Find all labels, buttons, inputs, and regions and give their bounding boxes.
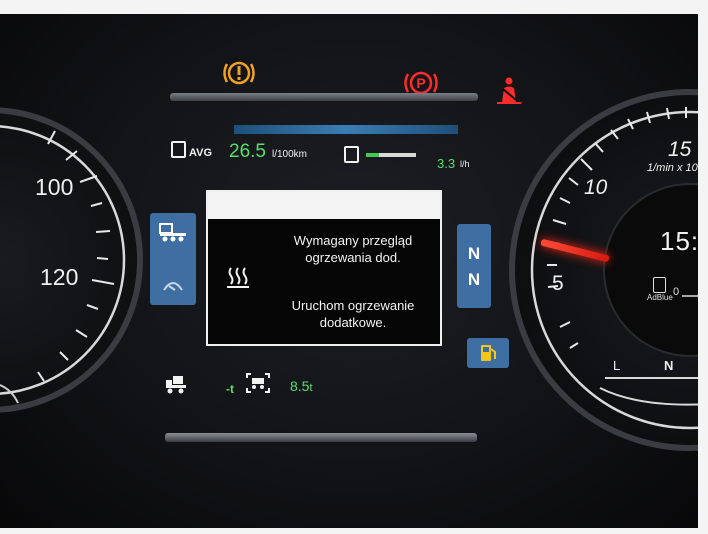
message-line-1: Wymagany przegląd xyxy=(293,233,413,248)
clock: 15: xyxy=(660,226,700,256)
low-fuel-tile xyxy=(467,338,509,368)
truck-mode-tile xyxy=(150,213,196,305)
fuel-pump-small-icon xyxy=(653,277,666,293)
tach-unit-label: 1/min x 100 xyxy=(647,162,704,174)
display-header-bar xyxy=(208,192,440,219)
bottom-divider-bar xyxy=(165,433,477,442)
adblue-label: AdBlue xyxy=(647,293,673,302)
tach-tick-5: 5 xyxy=(552,272,564,295)
tach-tick-10: 10 xyxy=(584,176,608,199)
message-line-3: Uruchom ogrzewanie xyxy=(291,298,415,313)
gear-indicator: N N xyxy=(457,224,491,308)
instant-consumption-fill xyxy=(366,153,379,157)
fuel-avg-icon xyxy=(171,141,186,158)
fuel-scale-right: N xyxy=(664,358,674,373)
top-divider-bar xyxy=(170,93,478,101)
aux-heater-icon xyxy=(227,267,249,288)
message-line-2: ogrzewania dod. xyxy=(305,250,401,265)
message-line-4: dodatkowe. xyxy=(319,315,387,330)
top-blue-strip xyxy=(234,125,458,134)
fuel-scale-left: L xyxy=(613,358,621,373)
general-warning-icon xyxy=(222,58,256,88)
message-display: Wymagany przegląd ogrzewania dod. Urucho… xyxy=(206,190,442,346)
instrument-cluster: 100 120 5 10 15 1/min x 100 15: AdBlue 0… xyxy=(0,0,708,534)
avg-consumption-value: 26.5 xyxy=(229,141,266,162)
photo-border-right xyxy=(698,0,708,534)
load-unit: t xyxy=(309,382,313,394)
seatbelt-icon xyxy=(497,76,521,104)
parking-brake-label: P xyxy=(416,75,426,91)
adblue-scale-0: 0 xyxy=(673,286,680,298)
avg-consumption-unit: l/100km xyxy=(272,149,308,160)
avg-label: AVG xyxy=(189,147,213,159)
instant-consumption-value: 3.3 xyxy=(437,156,456,171)
eco-roll-icon xyxy=(163,282,183,291)
axle-weight-icon xyxy=(246,373,270,393)
instant-consumption-unit: l/h xyxy=(460,159,470,169)
tach-tick-15: 15 xyxy=(668,138,692,161)
gear-top: N xyxy=(467,244,481,263)
instant-consumption-bar xyxy=(366,153,416,157)
photo-border-bottom xyxy=(0,528,708,534)
truck-load-icon xyxy=(166,376,186,394)
photo-border-top xyxy=(0,0,708,14)
fuel-instant-icon xyxy=(344,146,359,163)
truck-icon xyxy=(159,223,186,242)
load-number: 8.5 xyxy=(290,378,310,394)
load-value: 8.5t xyxy=(290,378,313,394)
gear-bottom: N xyxy=(467,270,481,289)
fuel-pump-icon xyxy=(481,345,496,361)
axle-load-label: -t xyxy=(226,382,234,396)
